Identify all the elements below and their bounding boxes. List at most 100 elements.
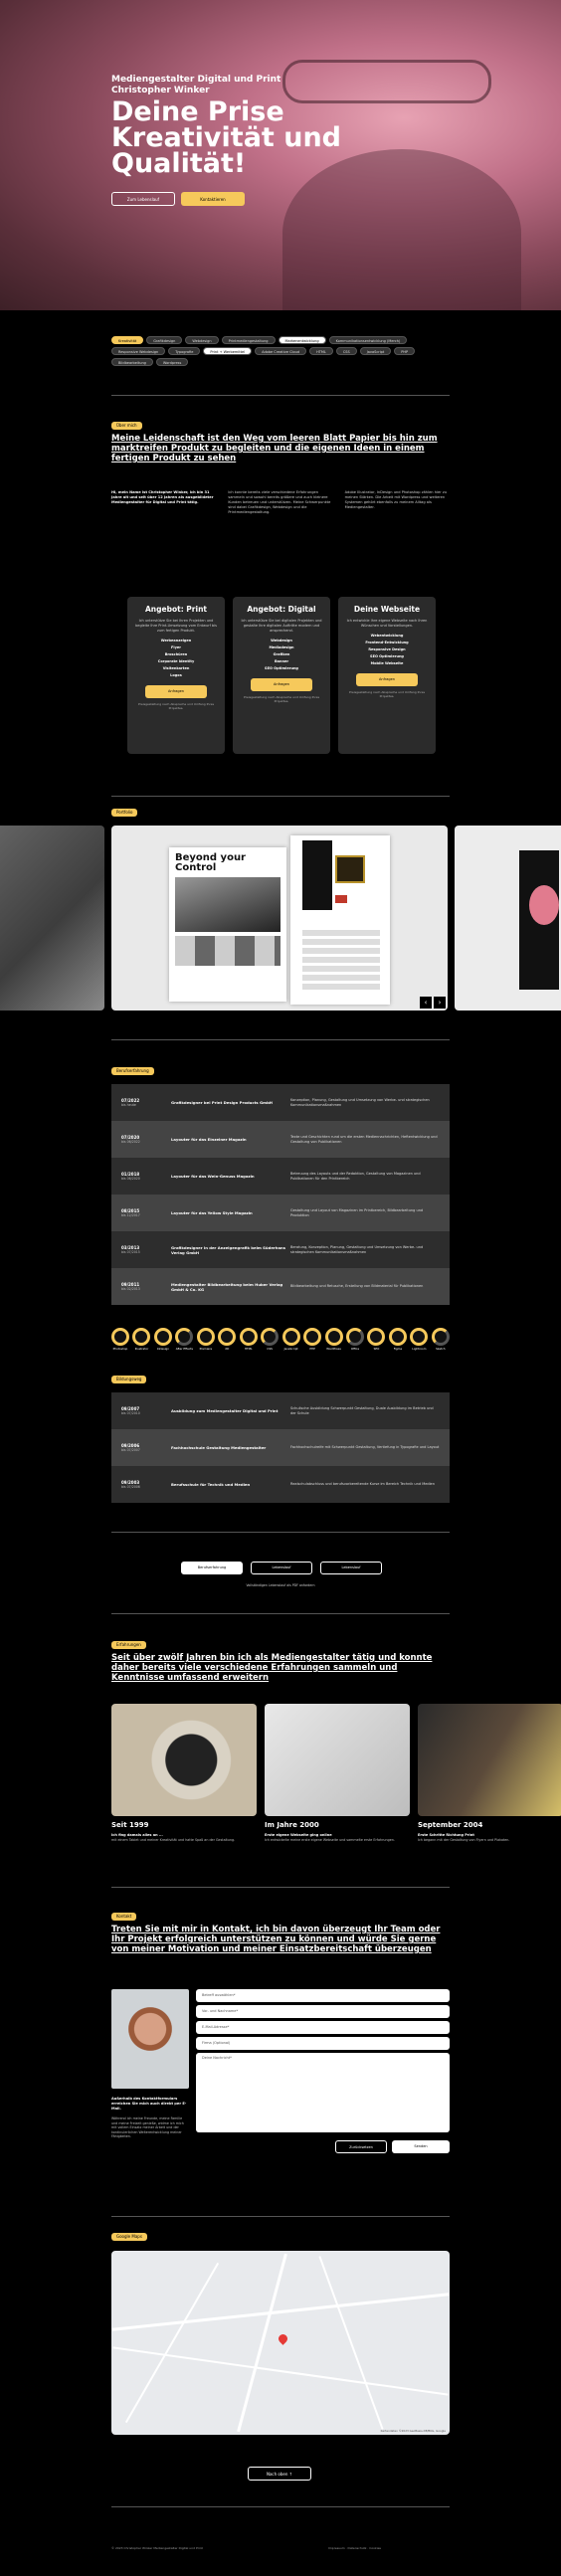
slide-next[interactable]: [455, 826, 561, 1011]
section-label-experience: Erfahrungen: [111, 1641, 146, 1649]
slide-prev[interactable]: [0, 826, 104, 1011]
table-row: 07/2020 bis 06/2022 Layouter für das Einze…: [111, 1121, 450, 1158]
experience-image: [265, 1704, 410, 1816]
skill-tag[interactable]: Printmediengestaltung: [221, 336, 276, 344]
send-button[interactable]: Senden: [392, 2140, 450, 2153]
hero-banner: Mediengestalter Digital und Print Christo…: [0, 0, 561, 310]
portrait-photo: [111, 1989, 189, 2089]
offer-card: Angebot: Print Ich unterstütze Sie bei Ih…: [127, 597, 225, 754]
skill-name: HTML: [244, 1347, 253, 1351]
skill-tag[interactable]: Kommunikationsentwicklung (Merch): [328, 336, 408, 344]
skill-tag[interactable]: Wordpress: [155, 358, 189, 366]
about-heading: Meine Leidenschaft ist den Weg vom leere…: [111, 434, 438, 463]
experience-card[interactable]: September 2004 Erste Schritte Richtung Pr…: [418, 1704, 561, 1843]
experience-year: Im Jahre 2000: [265, 1821, 319, 1829]
offer-cards: Angebot: Print Ich unterstütze Sie bei Ih…: [127, 597, 436, 754]
hero-photo-glasses: [282, 60, 491, 103]
tab-experience[interactable]: Berufserfahrung: [181, 1562, 243, 1574]
row-date: 03/2013 bis 07/2015: [121, 1245, 171, 1255]
offer-item: Mediadesign: [269, 645, 294, 649]
cv-note: Vollständigen Lebenslauf als PDF anforde…: [246, 1583, 315, 1587]
slider-prev-button[interactable]: ‹: [420, 997, 432, 1009]
google-map[interactable]: Kartendaten ©2023 GeoBasis-DE/BKG, Googl…: [111, 2251, 450, 2435]
offer-request-button[interactable]: Anfragen: [145, 685, 207, 698]
skill-tag[interactable]: Adobe Creative Cloud: [255, 347, 307, 355]
row-date: 08/2015 bis 12/2017: [121, 1208, 171, 1218]
skill-name: Illustrator: [134, 1347, 149, 1351]
row-date-from: 09/2011: [121, 1281, 140, 1287]
row-date-to: bis heute: [121, 1102, 136, 1107]
row-date: 09/2006 bis 07/2007: [121, 1443, 171, 1453]
offer-request-button[interactable]: Anfragen: [356, 673, 418, 686]
reset-button[interactable]: Zurücksetzen: [335, 2140, 387, 2153]
email-field[interactable]: E-Mail-Adresse*: [196, 2021, 450, 2034]
row-date-from: 08/2015: [121, 1207, 140, 1213]
edu-table: 09/2007 bis 07/2010 Ausbildung zum Medieng…: [111, 1392, 450, 1503]
tab-cv-2[interactable]: Lebenslauf: [320, 1562, 382, 1574]
skill-tag[interactable]: PHP: [394, 347, 416, 355]
skill-name: Office: [350, 1347, 360, 1351]
skill-tag[interactable]: Responsive Webdesign: [111, 347, 166, 355]
experience-heading: Seit über zwölf Jahren bin ich als Medie…: [111, 1653, 433, 1683]
subject-select[interactable]: Betreff auswählen*: [196, 1989, 450, 2002]
skill-circle-icon: [261, 1328, 280, 1346]
skill-item: InDesign: [153, 1328, 172, 1352]
row-desc: Bildbearbeitung und Retusche, Erstellung…: [290, 1284, 424, 1288]
section-label-map: Google Maps: [111, 2233, 147, 2241]
skill-tag[interactable]: Markenentwicklung: [278, 336, 326, 344]
offer-title: Angebot: Digital: [247, 605, 316, 614]
experience-card[interactable]: Seit 1999 Ich fing damals alles an ... mit…: [111, 1704, 257, 1843]
about-columns: Hi, mein Name ist Christopher Winker, ic…: [111, 490, 450, 515]
experience-card[interactable]: Im Jahre 2000 Erste eigene Webseite ging …: [265, 1704, 410, 1843]
name-field[interactable]: Vor- und Nachname*: [196, 2005, 450, 2018]
experience-desc: Ich entwickelte meine erste eigene Webse…: [265, 1838, 395, 1842]
contact-caption: Außerhalb des Kontaktformulars erreichen…: [111, 2097, 187, 2111]
message-field[interactable]: Deine Nachricht*: [196, 2053, 450, 2132]
skill-tag[interactable]: Print + Werbemittel: [203, 347, 253, 355]
skill-tag[interactable]: CSS: [335, 347, 357, 355]
row-date-from: 09/2007: [121, 1405, 140, 1411]
row-date-to: bis 07/2007: [121, 1447, 140, 1452]
skill-tag[interactable]: HTML: [309, 347, 333, 355]
table-row: 09/2011 bis 02/2013 Mediengestalter Bildbe…: [111, 1268, 450, 1305]
row-title: Fachhochschule Gestaltung Mediengestalte…: [171, 1445, 267, 1450]
contact-button[interactable]: Kontaktieren: [181, 192, 245, 206]
skill-circle-icon: [132, 1328, 151, 1346]
skill-item: HTML: [239, 1328, 258, 1352]
skill-tag[interactable]: Kreativität: [111, 336, 144, 344]
tab-cv[interactable]: Lebenslauf: [251, 1562, 312, 1574]
skill-name: Sketch: [436, 1347, 446, 1351]
skill-item: Sketch: [431, 1328, 450, 1352]
offer-desc: Ich unterstütze Sie bei Ihren Projekten …: [135, 619, 217, 633]
skill-tag[interactable]: Webdesign: [185, 336, 219, 344]
magazine-page-right: [290, 835, 390, 1005]
offer-item: Mobile Webseite: [370, 661, 404, 665]
experience-carousel: Seit 1999 Ich fing damals alles an ... mit…: [0, 1704, 561, 1883]
slider-next-button[interactable]: ›: [434, 997, 446, 1009]
skill-circle-icon: [175, 1328, 194, 1346]
divider: [111, 2506, 450, 2507]
skill-circle-icon: [153, 1328, 172, 1346]
divider: [111, 1532, 450, 1533]
offer-item: Werbeanzeigen: [160, 639, 192, 643]
skill-tag[interactable]: Grafikdesign: [146, 336, 183, 344]
back-to-top-button[interactable]: Nach oben ↑: [248, 2467, 311, 2481]
row-date-to: bis 12/2017: [121, 1212, 140, 1217]
cv-button[interactable]: Zum Lebenslauf: [111, 192, 175, 206]
row-date: 07/2020 bis 06/2022: [121, 1135, 171, 1145]
table-row: 01/2018 bis 06/2020 Layouter für das Wein-…: [111, 1158, 450, 1195]
skill-tag[interactable]: Typografie: [168, 347, 201, 355]
company-field[interactable]: Firma (Optional): [196, 2037, 450, 2050]
table-row: 09/2007 bis 07/2010 Ausbildung zum Medieng…: [111, 1392, 450, 1429]
offer-desc: Ich unterstütze Sie bei digitalen Projek…: [241, 619, 322, 633]
offer-card: Angebot: Digital Ich unterstütze Sie bei …: [233, 597, 330, 754]
skill-tag[interactable]: Bildbearbeitung: [111, 358, 153, 366]
divider: [111, 395, 450, 396]
skill-item: Premiere: [196, 1328, 215, 1352]
map-pin-icon[interactable]: [277, 2332, 289, 2345]
skill-tag[interactable]: JavaScript: [359, 347, 392, 355]
offer-request-button[interactable]: Anfragen: [251, 678, 312, 691]
skill-circle-icon: [431, 1328, 450, 1346]
footer-links[interactable]: Impressum · Datenschutz · Cookies: [328, 2546, 381, 2550]
offer-title: Deine Webseite: [353, 605, 421, 614]
